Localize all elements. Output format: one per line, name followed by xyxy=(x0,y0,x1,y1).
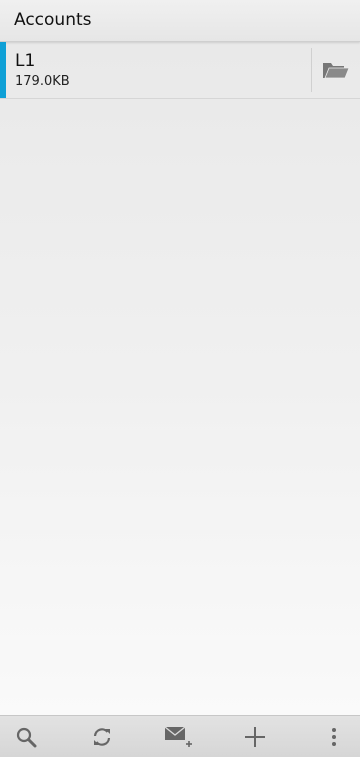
account-color-indicator xyxy=(0,42,6,98)
search-button[interactable] xyxy=(1,716,51,757)
account-size: 179.0KB xyxy=(15,74,70,89)
account-row[interactable]: L1 179.0KB xyxy=(0,42,360,99)
refresh-icon xyxy=(93,728,111,746)
plus-icon xyxy=(245,727,265,747)
overflow-menu-icon xyxy=(332,728,336,746)
account-name: L1 xyxy=(15,51,36,71)
refresh-button[interactable] xyxy=(77,716,127,757)
compose-button[interactable] xyxy=(153,716,203,757)
page-title: Accounts xyxy=(14,10,92,30)
add-account-button[interactable] xyxy=(230,716,280,757)
folder-icon xyxy=(323,63,350,79)
bottom-toolbar xyxy=(0,715,360,757)
app-header: Accounts xyxy=(0,0,360,42)
compose-mail-icon xyxy=(164,726,192,747)
folder-button[interactable] xyxy=(312,42,360,98)
search-icon xyxy=(16,727,37,748)
overflow-menu-button[interactable] xyxy=(309,716,359,757)
